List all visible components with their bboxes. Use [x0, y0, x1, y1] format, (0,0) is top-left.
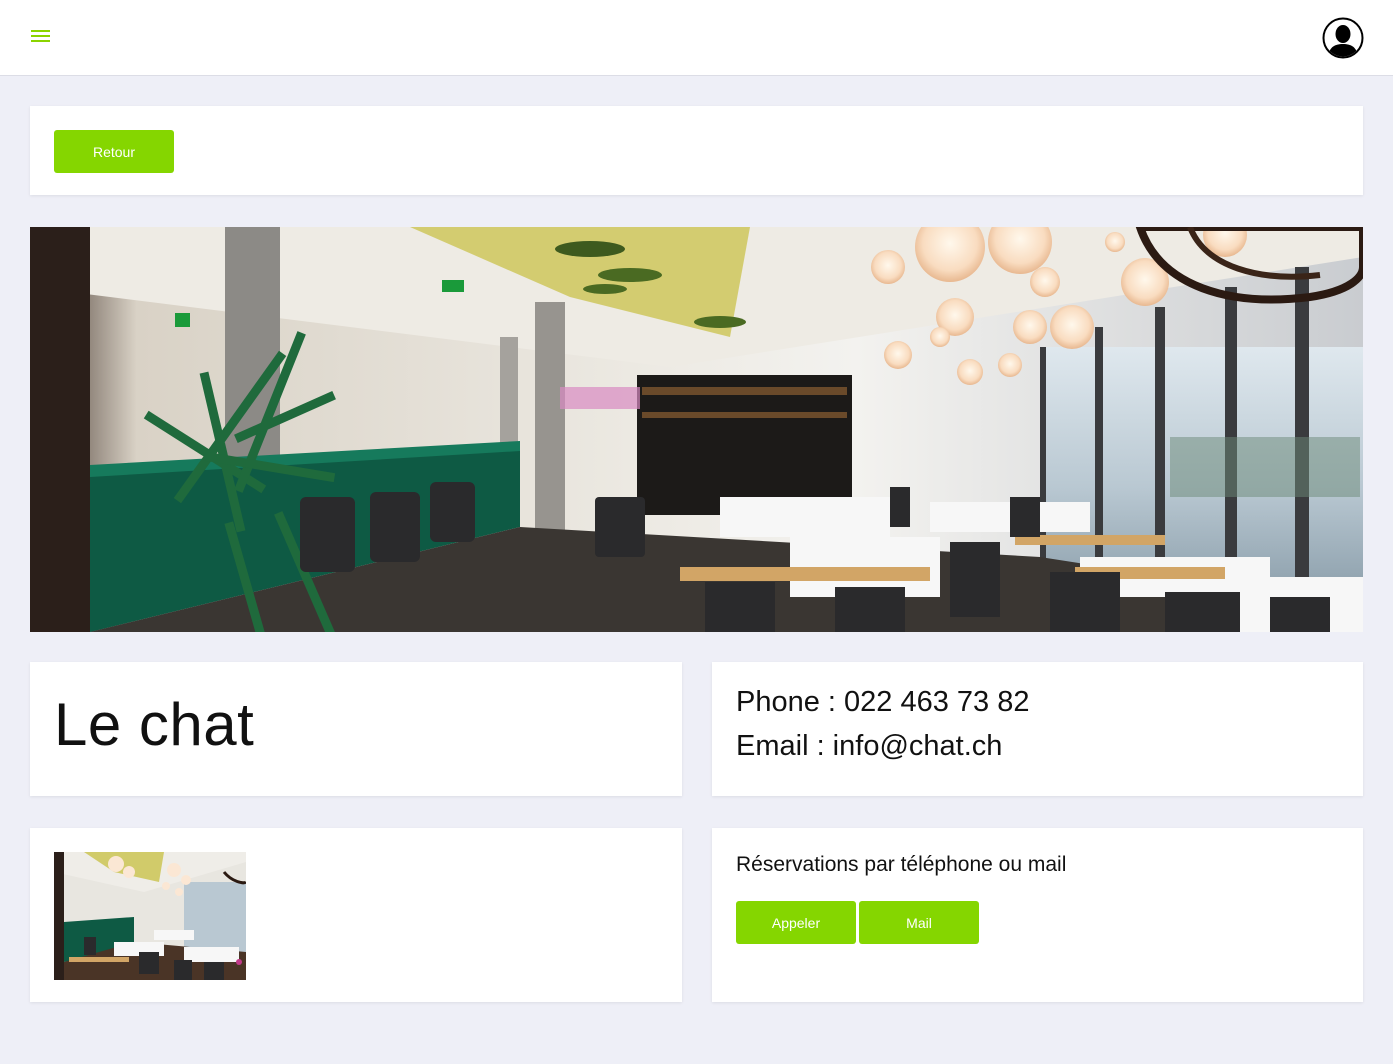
restaurant-thumbnail-image[interactable] — [54, 852, 246, 980]
email-text: Email : info@chat.ch — [736, 730, 1003, 762]
reservation-card: Réservations par téléphone ou mail Appel… — [712, 828, 1363, 1002]
user-avatar-icon[interactable] — [1322, 17, 1364, 59]
restaurant-name: Le chat — [54, 691, 255, 758]
contact-card: Phone : 022 463 73 82 Email : info@chat.… — [712, 662, 1363, 796]
back-button[interactable]: Retour — [54, 130, 174, 173]
menu-line — [31, 35, 50, 37]
reservation-text: Réservations par téléphone ou mail — [736, 853, 1067, 876]
hamburger-menu-icon[interactable] — [30, 28, 52, 44]
back-card: Retour — [30, 106, 1363, 195]
mail-button[interactable]: Mail — [859, 901, 979, 944]
restaurant-name-card: Le chat — [30, 662, 682, 796]
phone-text: Phone : 022 463 73 82 — [736, 686, 1030, 718]
menu-line — [31, 40, 50, 42]
top-bar — [0, 0, 1393, 76]
restaurant-hero-image — [30, 227, 1363, 632]
menu-line — [31, 30, 50, 32]
call-button[interactable]: Appeler — [736, 901, 856, 944]
gallery-card — [30, 828, 682, 1002]
